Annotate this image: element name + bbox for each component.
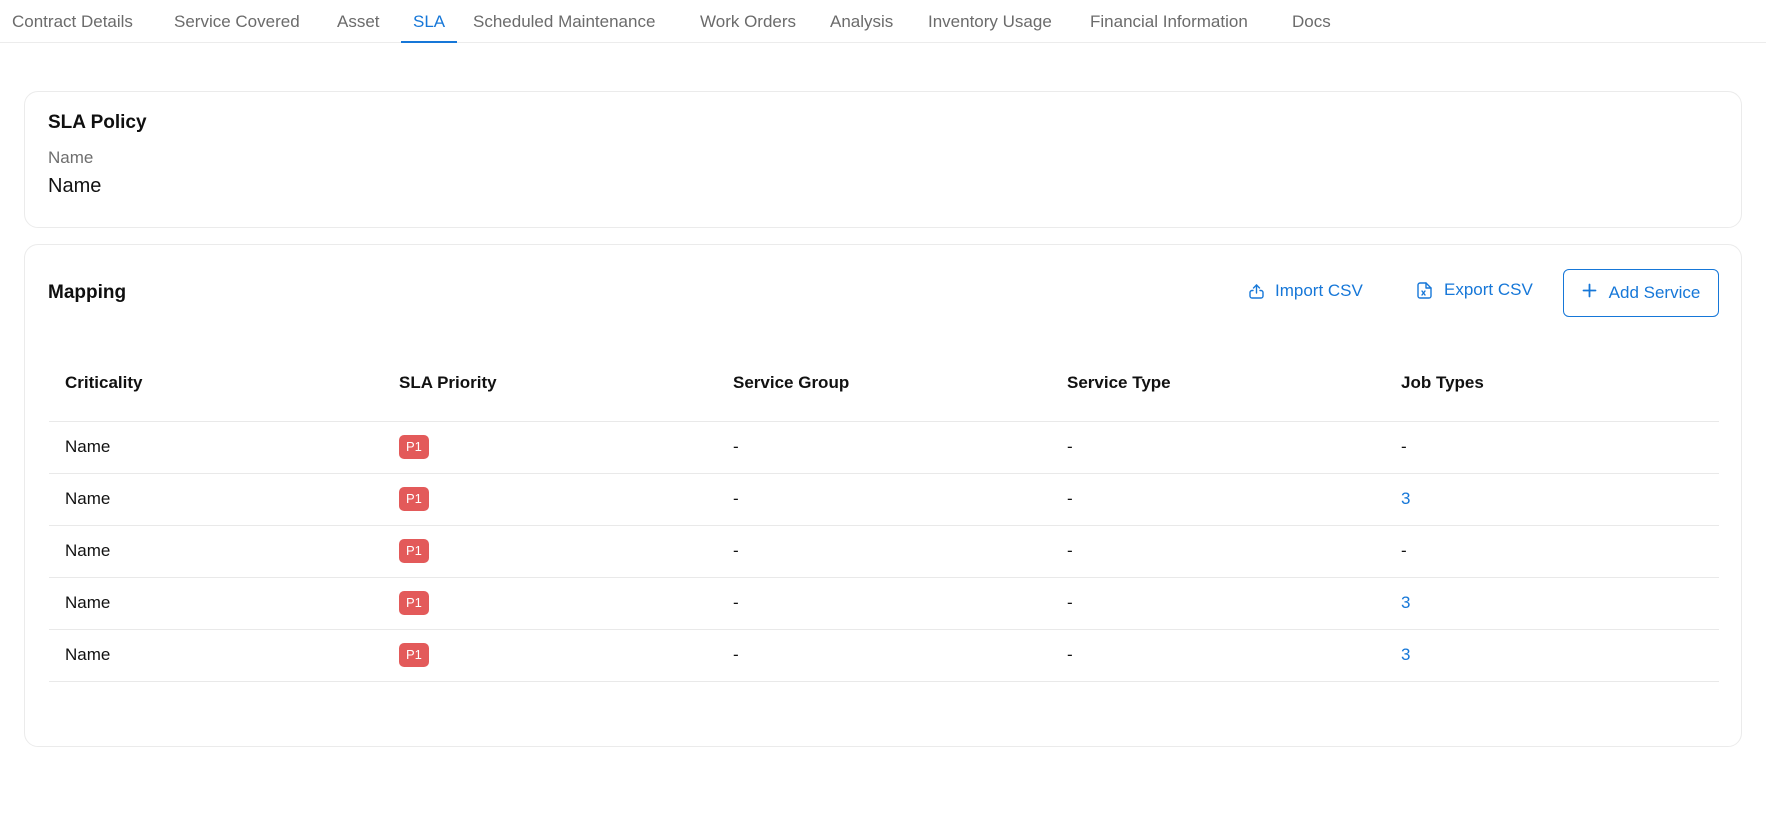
job-types-cell: 3 (1385, 577, 1719, 630)
criticality-cell: Name (49, 421, 383, 474)
service-type-cell: - (1051, 525, 1385, 578)
priority-cell: P1 (383, 577, 717, 630)
tab-bar: Contract Details Service Covered Asset S… (0, 0, 1766, 43)
export-csv-label: Export CSV (1444, 280, 1533, 299)
column-job-types: Job Types (1385, 345, 1719, 422)
tab-asset[interactable]: Asset (337, 0, 380, 43)
priority-cell: P1 (383, 525, 717, 578)
table-row[interactable]: Name P1 - - 3 (49, 629, 1719, 682)
criticality-cell: Name (49, 629, 383, 682)
criticality-cell: Name (49, 577, 383, 630)
tab-sla[interactable]: SLA (400, 0, 458, 43)
column-sla-priority: SLA Priority (383, 345, 717, 422)
service-type-cell: - (1051, 629, 1385, 682)
priority-badge: P1 (399, 487, 429, 511)
job-types-cell: 3 (1385, 629, 1719, 682)
job-types-cell: - (1385, 525, 1719, 578)
criticality-cell: Name (49, 525, 383, 578)
service-type-cell: - (1051, 473, 1385, 526)
import-csv-label: Import CSV (1275, 281, 1363, 300)
table-row[interactable]: Name P1 - - 3 (49, 473, 1719, 526)
sla-policy-card: SLA Policy Name Name (24, 91, 1742, 228)
name-value: Name (48, 175, 102, 197)
tab-work-orders[interactable]: Work Orders (700, 0, 796, 43)
tab-analysis[interactable]: Analysis (830, 0, 893, 43)
export-csv-button[interactable]: Export CSV (1415, 280, 1533, 300)
file-export-icon (1415, 281, 1434, 300)
priority-cell: P1 (383, 629, 717, 682)
service-group-cell: - (717, 629, 1051, 682)
sla-policy-title: SLA Policy (48, 112, 147, 133)
name-label: Name (48, 148, 94, 167)
table-row[interactable]: Name P1 - - - (49, 421, 1719, 474)
priority-cell: P1 (383, 473, 717, 526)
add-service-button[interactable]: Add Service (1563, 269, 1719, 317)
tab-service-covered[interactable]: Service Covered (174, 0, 300, 43)
column-service-type: Service Type (1051, 345, 1385, 422)
tab-financial-information[interactable]: Financial Information (1090, 0, 1248, 43)
service-group-cell: - (717, 421, 1051, 474)
mapping-table: Criticality SLA Priority Service Group S… (49, 345, 1719, 682)
priority-badge: P1 (399, 591, 429, 615)
table-row[interactable]: Name P1 - - 3 (49, 577, 1719, 630)
service-type-cell: - (1051, 421, 1385, 474)
column-service-group: Service Group (717, 345, 1051, 422)
mapping-card: Mapping Import CSV Export CSV Add Servic… (24, 244, 1742, 747)
service-group-cell: - (717, 577, 1051, 630)
column-criticality: Criticality (49, 345, 383, 422)
upload-icon (1248, 283, 1265, 300)
priority-badge: P1 (399, 435, 429, 459)
job-types-cell: - (1385, 421, 1719, 474)
plus-icon (1582, 283, 1597, 303)
priority-badge: P1 (399, 643, 429, 667)
table-row[interactable]: Name P1 - - - (49, 525, 1719, 578)
service-type-cell: - (1051, 577, 1385, 630)
service-group-cell: - (717, 525, 1051, 578)
tab-contract-details[interactable]: Contract Details (12, 0, 133, 43)
add-service-label: Add Service (1608, 283, 1701, 302)
job-types-link[interactable]: 3 (1401, 489, 1410, 508)
priority-cell: P1 (383, 421, 717, 474)
tab-scheduled-maintenance[interactable]: Scheduled Maintenance (473, 0, 655, 43)
import-csv-button[interactable]: Import CSV (1248, 281, 1363, 301)
job-types-cell: 3 (1385, 473, 1719, 526)
criticality-cell: Name (49, 473, 383, 526)
service-group-cell: - (717, 473, 1051, 526)
table-header-row: Criticality SLA Priority Service Group S… (49, 345, 1719, 422)
tab-inventory-usage[interactable]: Inventory Usage (928, 0, 1052, 43)
priority-badge: P1 (399, 539, 429, 563)
tab-docs[interactable]: Docs (1292, 0, 1331, 43)
mapping-title: Mapping (48, 282, 127, 303)
job-types-link[interactable]: 3 (1401, 593, 1410, 612)
job-types-link[interactable]: 3 (1401, 645, 1410, 664)
